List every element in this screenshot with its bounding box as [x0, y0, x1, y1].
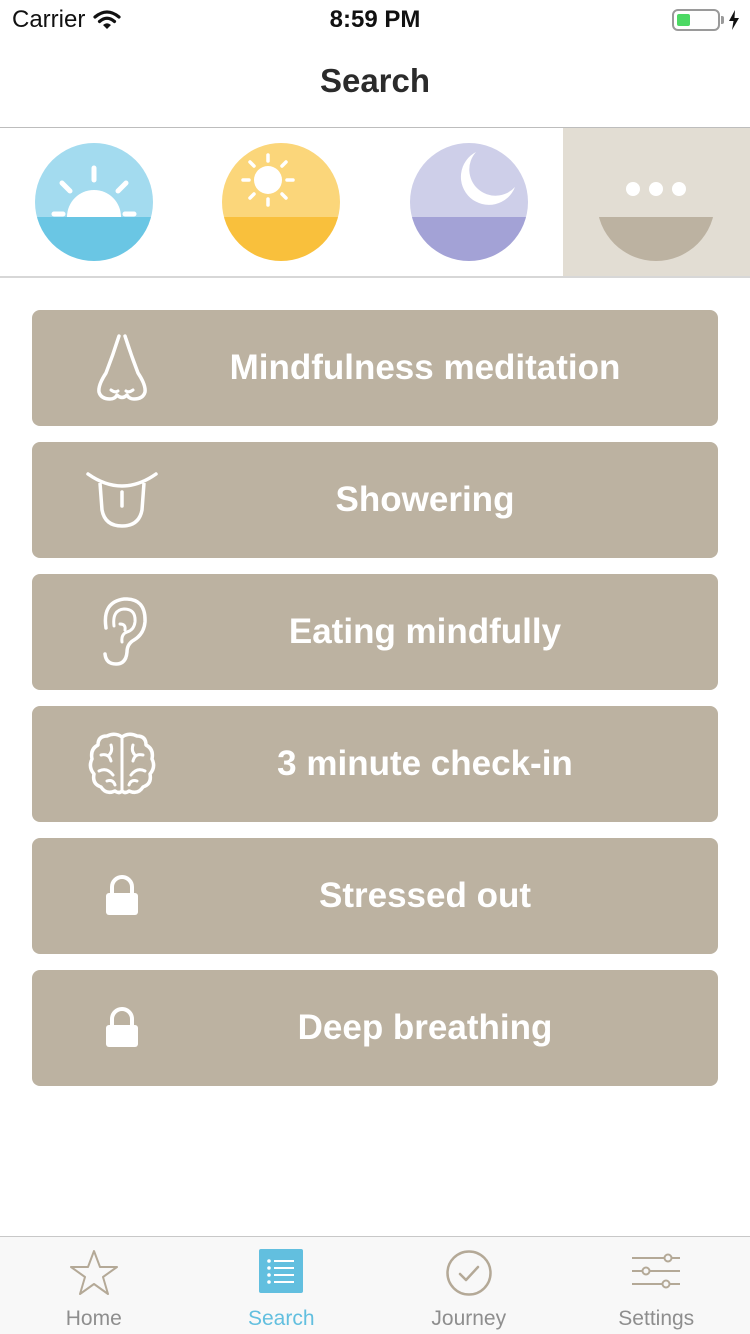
tab-settings[interactable]: Settings — [563, 1237, 750, 1334]
list-item-showering[interactable]: Showering — [32, 442, 718, 558]
category-midday[interactable] — [188, 128, 376, 276]
category-strip — [0, 128, 750, 276]
more-icon — [597, 143, 716, 261]
battery-icon — [672, 9, 720, 31]
sunrise-icon — [34, 143, 153, 261]
list-icon — [188, 1249, 376, 1297]
list-item-label: Showering — [335, 480, 515, 519]
category-night[interactable] — [375, 128, 563, 276]
list-item-label: Mindfulness meditation — [229, 348, 621, 387]
tab-label: Search — [247, 1307, 315, 1330]
status-time: 8:59 PM — [329, 6, 421, 33]
tab-search[interactable]: Search — [188, 1237, 376, 1334]
list-item-label: 3 minute check-in — [277, 744, 573, 783]
page-title: Search — [319, 62, 431, 99]
sun-icon — [222, 143, 341, 261]
list-item-eating-mindfully[interactable]: Eating mindfully — [32, 574, 718, 690]
tab-home[interactable]: Home — [0, 1237, 188, 1334]
list-item-label: Eating mindfully — [288, 612, 562, 651]
tab-bar: Home Search Journey Settings — [0, 1236, 750, 1334]
checkmark-circle-icon — [375, 1249, 563, 1297]
category-sunrise[interactable] — [0, 128, 188, 276]
tab-label: Journey — [431, 1307, 507, 1330]
tab-label: Home — [65, 1307, 122, 1330]
category-more[interactable] — [562, 128, 750, 276]
battery-indicator — [672, 9, 740, 31]
charging-bolt-icon — [729, 10, 739, 30]
tab-journey[interactable]: Journey — [375, 1237, 563, 1334]
battery-fill — [677, 14, 690, 26]
list-item-label: Deep breathing — [297, 1008, 553, 1047]
list-item-mindfulness-meditation[interactable]: Mindfulness meditation — [32, 310, 718, 426]
list-item-label: Stressed out — [319, 876, 531, 915]
tab-label: Settings — [618, 1307, 695, 1330]
status-bar: Carrier 8:59 PM — [0, 0, 750, 40]
strip-divider — [0, 276, 750, 278]
star-icon — [0, 1249, 188, 1297]
moon-icon — [409, 143, 528, 261]
sliders-icon — [563, 1249, 750, 1297]
list-item-3-minute-check-in[interactable]: 3 minute check-in — [32, 706, 718, 822]
exercise-list: Mindfulness meditation Showering Eating … — [32, 310, 718, 1102]
list-item-deep-breathing[interactable]: Deep breathing — [32, 970, 718, 1086]
list-item-stressed-out[interactable]: Stressed out — [32, 838, 718, 954]
